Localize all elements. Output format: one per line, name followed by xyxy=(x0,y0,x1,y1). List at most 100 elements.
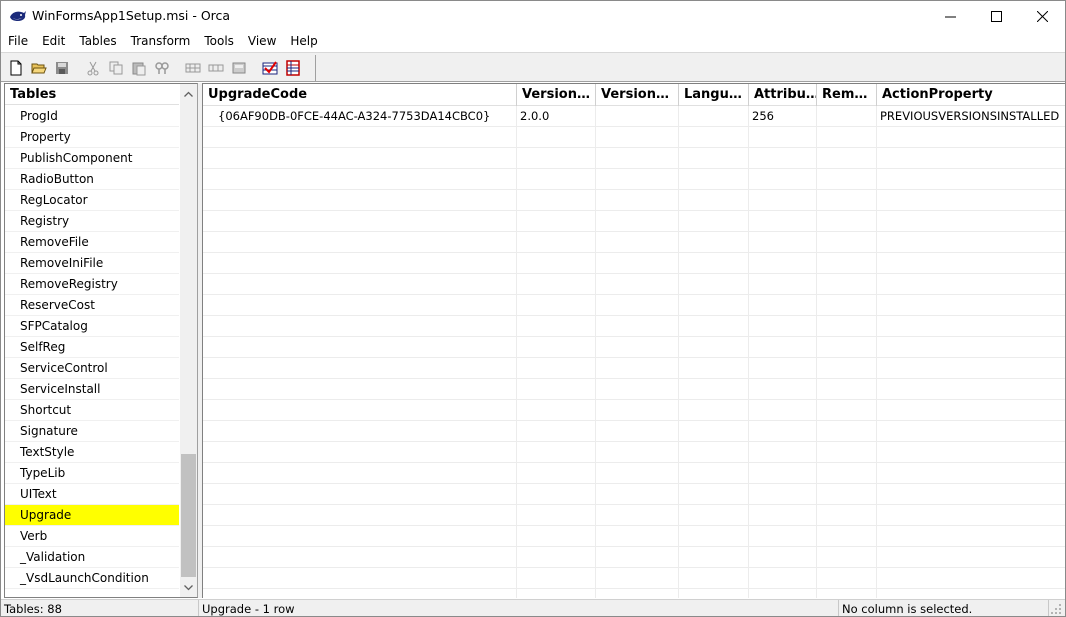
table-item[interactable]: RemoveIniFile xyxy=(5,253,179,274)
table-item[interactable]: UIText xyxy=(5,484,179,505)
empty-cell xyxy=(203,421,517,442)
empty-cell xyxy=(679,526,749,547)
empty-cell xyxy=(749,547,817,568)
table-item[interactable]: TextStyle xyxy=(5,442,179,463)
grid-cell[interactable] xyxy=(596,106,679,127)
table-item[interactable]: _VsdLaunchCondition xyxy=(5,568,179,589)
tables-list: ProgId Property PublishComponent RadioBu… xyxy=(5,106,179,589)
column-header[interactable]: Version… xyxy=(517,84,596,106)
table-item[interactable]: Verb xyxy=(5,526,179,547)
export-button[interactable] xyxy=(227,57,250,79)
column-header[interactable]: UpgradeCode xyxy=(203,84,517,106)
grid-cell[interactable]: 256 xyxy=(749,106,817,127)
table-item-selected[interactable]: Upgrade xyxy=(5,505,179,526)
tables-button[interactable] xyxy=(281,57,304,79)
scroll-up-button[interactable] xyxy=(180,84,197,103)
empty-cell xyxy=(517,274,596,295)
column-header[interactable]: Langu… xyxy=(679,84,749,106)
table-item[interactable]: RadioButton xyxy=(5,169,179,190)
column-header[interactable]: Attribu… xyxy=(749,84,817,106)
menu-transform[interactable]: Transform xyxy=(124,31,198,51)
table-item[interactable]: ServiceInstall xyxy=(5,379,179,400)
grid-cell[interactable]: {06AF90DB-0FCE-44AC-A324-7753DA14CBC0} xyxy=(203,106,517,127)
empty-row xyxy=(203,400,1065,421)
menu-tools[interactable]: Tools xyxy=(197,31,241,51)
menu-tables[interactable]: Tables xyxy=(72,31,123,51)
empty-cell xyxy=(749,232,817,253)
empty-cell xyxy=(749,190,817,211)
grid-cell[interactable] xyxy=(817,106,877,127)
empty-cell xyxy=(749,274,817,295)
menu-file[interactable]: File xyxy=(1,31,35,51)
table-item[interactable]: ProgId xyxy=(5,106,179,127)
empty-cell xyxy=(679,463,749,484)
close-button[interactable] xyxy=(1019,1,1065,31)
empty-cell xyxy=(817,442,877,463)
copy-button[interactable] xyxy=(104,57,127,79)
menu-view[interactable]: View xyxy=(241,31,283,51)
cut-button[interactable] xyxy=(81,57,104,79)
empty-cell xyxy=(817,232,877,253)
minimize-button[interactable] xyxy=(927,1,973,31)
column-header[interactable]: Version… xyxy=(596,84,679,106)
table-item[interactable]: RemoveRegistry xyxy=(5,274,179,295)
empty-cell xyxy=(517,295,596,316)
table-item[interactable]: Registry xyxy=(5,211,179,232)
empty-cell xyxy=(517,337,596,358)
empty-cell xyxy=(749,379,817,400)
grid-cell[interactable]: PREVIOUSVERSIONSINSTALLED xyxy=(877,106,1065,127)
drop-table-button[interactable] xyxy=(204,57,227,79)
table-item[interactable]: RegLocator xyxy=(5,190,179,211)
empty-cell xyxy=(749,526,817,547)
empty-cell xyxy=(203,442,517,463)
paste-button[interactable] xyxy=(127,57,150,79)
table-item[interactable]: ReserveCost xyxy=(5,295,179,316)
scroll-thumb[interactable] xyxy=(181,454,196,577)
new-button[interactable] xyxy=(4,57,27,79)
resize-grip-icon[interactable] xyxy=(1049,602,1063,616)
empty-row xyxy=(203,127,1065,148)
grid-cell[interactable] xyxy=(679,106,749,127)
empty-cell xyxy=(596,505,679,526)
empty-cell xyxy=(517,400,596,421)
table-item[interactable]: RemoveFile xyxy=(5,232,179,253)
table-item[interactable]: Shortcut xyxy=(5,400,179,421)
table-item[interactable]: Property xyxy=(5,127,179,148)
tables-header[interactable]: Tables xyxy=(5,84,179,105)
validate-button[interactable] xyxy=(258,57,281,79)
empty-cell xyxy=(517,526,596,547)
maximize-button[interactable] xyxy=(973,1,1019,31)
open-button[interactable] xyxy=(27,57,50,79)
tables-scrollbar[interactable] xyxy=(180,84,197,597)
empty-cell xyxy=(517,547,596,568)
empty-cell xyxy=(596,127,679,148)
table-item[interactable]: PublishComponent xyxy=(5,148,179,169)
empty-cell xyxy=(517,232,596,253)
empty-cell xyxy=(817,400,877,421)
table-item[interactable]: Signature xyxy=(5,421,179,442)
table-item[interactable]: ServiceControl xyxy=(5,358,179,379)
column-header[interactable]: ActionProperty xyxy=(877,84,1065,106)
table-row[interactable]: {06AF90DB-0FCE-44AC-A324-7753DA14CBC0} 2… xyxy=(203,106,1065,127)
grid-cell[interactable]: 2.0.0 xyxy=(517,106,596,127)
table-item[interactable]: _Validation xyxy=(5,547,179,568)
menu-edit[interactable]: Edit xyxy=(35,31,72,51)
empty-cell xyxy=(679,169,749,190)
table-grid: UpgradeCode Version… Version… Langu… Att… xyxy=(202,83,1065,598)
table-item[interactable]: TypeLib xyxy=(5,463,179,484)
scroll-down-button[interactable] xyxy=(180,578,197,597)
find-button[interactable] xyxy=(150,57,173,79)
empty-cell xyxy=(877,442,1065,463)
table-item[interactable]: SFPCatalog xyxy=(5,316,179,337)
menu-help[interactable]: Help xyxy=(283,31,324,51)
save-button[interactable] xyxy=(50,57,73,79)
empty-cell xyxy=(877,568,1065,589)
add-row-button[interactable] xyxy=(181,57,204,79)
empty-row xyxy=(203,484,1065,505)
empty-cell xyxy=(749,400,817,421)
orca-app-icon xyxy=(10,11,26,21)
empty-cell xyxy=(517,442,596,463)
column-header[interactable]: Rem… xyxy=(817,84,877,106)
status-tables-count: Tables: 88 xyxy=(1,600,199,616)
table-item[interactable]: SelfReg xyxy=(5,337,179,358)
